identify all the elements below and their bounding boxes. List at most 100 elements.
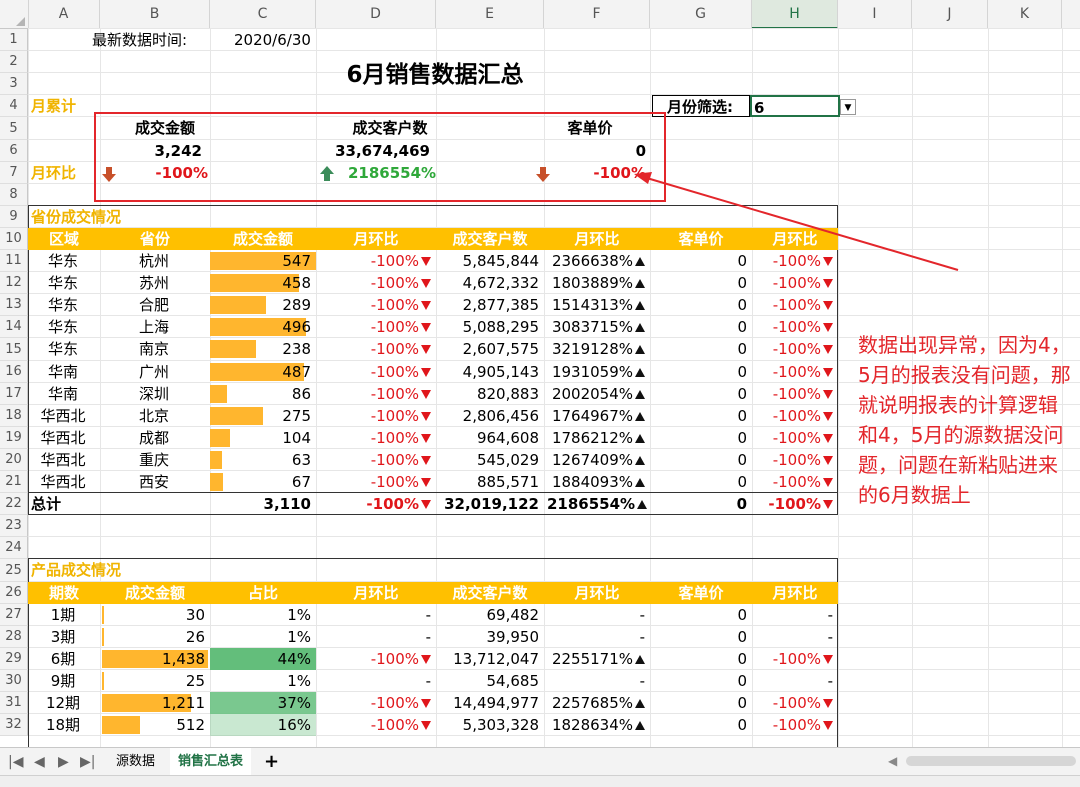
latest-data-value: 2020/6/30 bbox=[234, 31, 311, 49]
row-header-9[interactable]: 9 bbox=[0, 206, 28, 228]
row-header-29[interactable]: 29 bbox=[0, 648, 28, 670]
row-header-24[interactable]: 24 bbox=[0, 537, 28, 559]
row-header-12[interactable]: 12 bbox=[0, 272, 28, 294]
page-title: 6月销售数据汇总 bbox=[346, 62, 524, 88]
mom-cell: - bbox=[425, 628, 431, 646]
down-triangle-icon bbox=[823, 412, 833, 421]
month-filter-label: 月份筛选: bbox=[652, 95, 750, 117]
row-header-6[interactable]: 6 bbox=[0, 140, 28, 162]
up-triangle-icon bbox=[635, 279, 645, 288]
share-cell: 1% bbox=[287, 672, 311, 690]
price-mom-cell: -100% bbox=[755, 383, 833, 405]
row-header-25[interactable]: 25 bbox=[0, 559, 28, 582]
row-header-1[interactable]: 1 bbox=[0, 29, 28, 51]
customer-mom-cell: 2257685% bbox=[547, 692, 645, 714]
cmom-text: 1803889% bbox=[551, 274, 633, 292]
region-cell: 华东 bbox=[47, 274, 78, 292]
share-cell: 37% bbox=[277, 694, 311, 712]
row-header-4[interactable]: 4 bbox=[0, 95, 28, 117]
pmom-text: -100% bbox=[772, 252, 821, 270]
province-col-header: 月环比 bbox=[353, 230, 399, 248]
mom-text: -100% bbox=[370, 385, 419, 403]
customers-cell: 5,088,295 bbox=[462, 318, 539, 336]
cmom-text: 1786212% bbox=[551, 429, 633, 447]
row-header-14[interactable]: 14 bbox=[0, 316, 28, 338]
customers-cell: 39,950 bbox=[486, 628, 540, 646]
province-col-header: 月环比 bbox=[772, 230, 818, 248]
price-cell: 0 bbox=[737, 274, 747, 292]
first-sheet-icon[interactable]: |◀ bbox=[8, 748, 23, 776]
product-col-header: 客单价 bbox=[678, 584, 724, 602]
row-header-22[interactable]: 22 bbox=[0, 493, 28, 515]
customer-mom-cell: - bbox=[639, 672, 645, 690]
row-header-21[interactable]: 21 bbox=[0, 471, 28, 493]
annotation-note: 数据出现异常，因为4，5月的报表没有问题，那就说明报表的计算逻辑和4，5月的源数… bbox=[858, 333, 1071, 507]
mom-cell: -100% bbox=[319, 361, 431, 383]
row-header-27[interactable]: 27 bbox=[0, 604, 28, 626]
product-col-header: 占比 bbox=[247, 584, 278, 602]
dropdown-arrow-icon[interactable]: ▼ bbox=[840, 99, 856, 115]
down-triangle-icon bbox=[823, 301, 833, 310]
row-header-20[interactable]: 20 bbox=[0, 449, 28, 471]
add-sheet-button[interactable]: + bbox=[256, 748, 287, 776]
month-filter-input[interactable]: 6 bbox=[750, 95, 840, 117]
row-header-13[interactable]: 13 bbox=[0, 294, 28, 316]
customers-cell: 885,571 bbox=[476, 473, 539, 491]
up-triangle-icon bbox=[635, 345, 645, 354]
share-cell: 16% bbox=[277, 716, 311, 734]
hscroll-left-icon[interactable]: ◀ bbox=[888, 754, 900, 768]
province-cell: 北京 bbox=[138, 407, 169, 425]
row-header-10[interactable]: 10 bbox=[0, 228, 28, 250]
amount-cell: 1,438 bbox=[162, 650, 205, 668]
row-header-23[interactable]: 23 bbox=[0, 515, 28, 537]
down-triangle-icon bbox=[421, 345, 431, 354]
cmom-text: 2366638% bbox=[551, 252, 633, 270]
region-cell: 华东 bbox=[47, 318, 78, 336]
tab-sales-summary[interactable]: 销售汇总表 bbox=[170, 748, 252, 778]
total-mom-text: -100% bbox=[366, 495, 419, 513]
province-cell: 重庆 bbox=[138, 451, 169, 469]
next-sheet-icon[interactable]: ▶ bbox=[58, 748, 69, 776]
row-header-31[interactable]: 31 bbox=[0, 692, 28, 714]
row-header-26[interactable]: 26 bbox=[0, 582, 28, 604]
mom-text: -100% bbox=[370, 716, 419, 734]
price-mom-cell: -100% bbox=[755, 294, 833, 316]
row-header-16[interactable]: 16 bbox=[0, 361, 28, 383]
row-header-15[interactable]: 15 bbox=[0, 338, 28, 361]
prev-sheet-icon[interactable]: ◀ bbox=[34, 748, 45, 776]
down-triangle-icon bbox=[421, 699, 431, 708]
mom-cell: -100% bbox=[319, 272, 431, 294]
row-header-28[interactable]: 28 bbox=[0, 626, 28, 648]
row-header-7[interactable]: 7 bbox=[0, 162, 28, 184]
price-mom-cell: -100% bbox=[755, 405, 833, 427]
up-triangle-icon bbox=[635, 390, 645, 399]
tab-source-data[interactable]: 源数据 bbox=[108, 748, 163, 776]
customers-cell: 4,905,143 bbox=[462, 363, 539, 381]
pmom-text: -100% bbox=[772, 407, 821, 425]
pmom-text: -100% bbox=[772, 274, 821, 292]
worksheet-grid[interactable]: 1 2 3 4 5 6 7 8 9 10 11 12 13 14 15 16 17 18 19 20 21 22 23 24 2… bbox=[0, 0, 1080, 747]
customer-mom-cell: 3083715% bbox=[547, 316, 645, 338]
row-header-18[interactable]: 18 bbox=[0, 405, 28, 427]
row-header-2[interactable]: 2 bbox=[0, 51, 28, 73]
price-cell: 0 bbox=[737, 694, 747, 712]
row-header-19[interactable]: 19 bbox=[0, 427, 28, 449]
province-cell: 广州 bbox=[138, 363, 169, 381]
row-header-3[interactable]: 3 bbox=[0, 73, 28, 95]
amount-cell: 1,211 bbox=[162, 694, 205, 712]
amount-cell: 496 bbox=[282, 318, 311, 336]
province-cell: 杭州 bbox=[138, 252, 169, 270]
mom-cell: -100% bbox=[319, 692, 431, 714]
row-header-32[interactable]: 32 bbox=[0, 714, 28, 736]
pmom-text: -100% bbox=[772, 363, 821, 381]
horizontal-scrollbar[interactable] bbox=[906, 756, 1076, 766]
cmom-text: 1267409% bbox=[551, 451, 633, 469]
row-header-5[interactable]: 5 bbox=[0, 117, 28, 140]
row-header-30[interactable]: 30 bbox=[0, 670, 28, 692]
row-header-11[interactable]: 11 bbox=[0, 250, 28, 272]
total-pmom-text: -100% bbox=[768, 495, 821, 513]
mom-cell: -100% bbox=[319, 338, 431, 360]
row-header-8[interactable]: 8 bbox=[0, 184, 28, 206]
row-header-17[interactable]: 17 bbox=[0, 383, 28, 405]
last-sheet-icon[interactable]: ▶| bbox=[80, 748, 95, 776]
